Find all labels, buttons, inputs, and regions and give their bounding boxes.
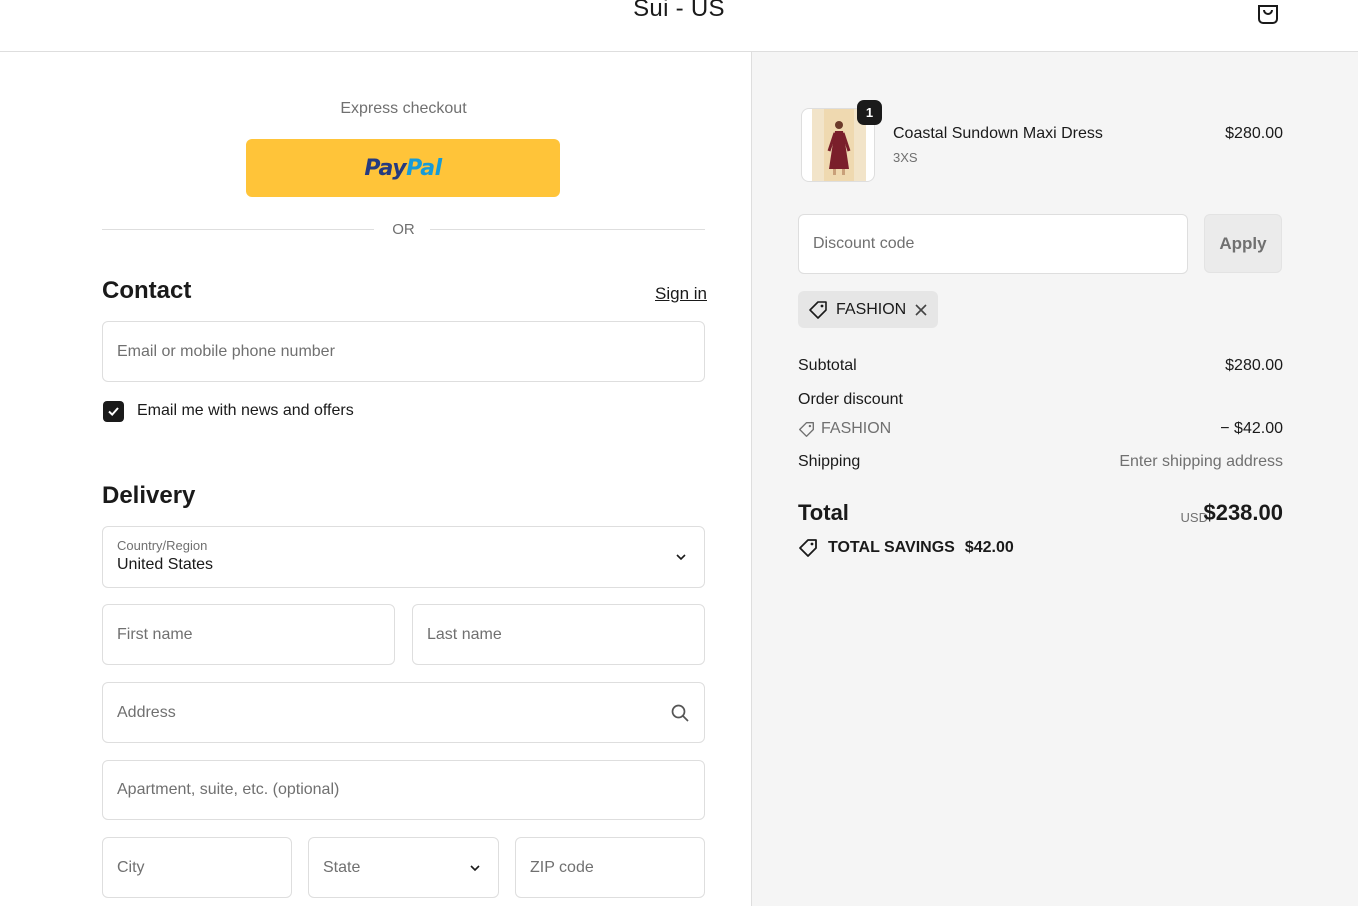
city-placeholder: City (117, 858, 145, 876)
paypal-logo-pal: Pal (406, 155, 442, 181)
total-label: Total (798, 500, 849, 525)
product-variant: 3XS (893, 150, 918, 165)
total-savings-value: $42.00 (964, 539, 1014, 556)
remove-discount-button[interactable] (914, 303, 928, 317)
order-discount-label: Order discount (798, 391, 903, 408)
shopping-bag-icon[interactable] (1255, 0, 1281, 24)
applied-discount-tag: FASHION (798, 291, 939, 328)
shop-name[interactable]: Sui - US (0, 0, 1358, 24)
total-value: $238.00 (1203, 500, 1283, 525)
discount-code-field[interactable]: Discount code (798, 214, 1188, 274)
subtotal-row: Subtotal $280.00 (798, 357, 1283, 375)
tag-icon (799, 421, 814, 437)
tag-icon (799, 539, 817, 557)
chevron-down-icon (676, 554, 686, 561)
subtotal-value: $280.00 (1225, 357, 1283, 374)
first-name-field[interactable]: First name (102, 604, 395, 665)
address-placeholder: Address (117, 703, 176, 721)
first-name-placeholder: First name (117, 625, 193, 643)
newsletter-label[interactable]: Email me with news and offers (137, 402, 354, 420)
newsletter-checkbox[interactable] (103, 401, 124, 422)
or-text: OR (392, 221, 415, 238)
last-name-placeholder: Last name (427, 625, 502, 643)
subtotal-label: Subtotal (798, 357, 857, 374)
total-savings: TOTAL SAVINGS $42.00 (798, 538, 1014, 558)
email-field[interactable]: Email or mobile phone number (102, 321, 705, 382)
apartment-placeholder: Apartment, suite, etc. (optional) (117, 781, 340, 798)
email-placeholder: Email or mobile phone number (117, 342, 335, 360)
address-field[interactable]: Address (102, 682, 705, 743)
product-price: $280.00 (1225, 125, 1283, 142)
applied-discount-code: FASHION (836, 300, 907, 318)
discount-code-placeholder: Discount code (813, 235, 915, 252)
last-name-field[interactable]: Last name (412, 604, 705, 665)
express-checkout-title: Express checkout (340, 100, 467, 117)
city-field[interactable]: City (102, 837, 292, 898)
paypal-logo-pay: Pay (364, 155, 407, 181)
country-label: Country/Region (117, 538, 208, 553)
discount-code-row: FASHION − $42.00 (798, 420, 1283, 443)
contact-heading: Contact (102, 277, 192, 304)
checkout-form-panel: Express checkout Pay Pal OR Contact Sign … (0, 52, 751, 906)
order-summary-panel: 1 Coastal Sundown Maxi Dress 3XS $280.00… (752, 52, 1358, 906)
country-select[interactable]: Country/Region United States (102, 526, 705, 588)
product-name: Coastal Sundown Maxi Dress (893, 125, 1103, 142)
apartment-field[interactable]: Apartment, suite, etc. (optional) (102, 760, 705, 820)
checkout-header: Sui - US (0, 0, 1358, 52)
country-value: United States (117, 556, 214, 573)
shipping-value: Enter shipping address (1119, 453, 1283, 470)
apply-discount-button[interactable]: Apply (1204, 214, 1282, 273)
search-icon (671, 704, 689, 722)
delivery-heading: Delivery (102, 482, 196, 509)
shipping-label: Shipping (798, 453, 861, 470)
state-select[interactable]: State (308, 837, 499, 898)
discount-code-summary: FASHION (798, 420, 891, 438)
tag-icon (809, 300, 827, 319)
zip-placeholder: ZIP code (530, 858, 594, 876)
or-divider: OR (102, 220, 705, 240)
checkmark-icon (108, 407, 119, 417)
discount-value: − $42.00 (1220, 420, 1283, 437)
discount-code-text: FASHION (821, 420, 892, 437)
quantity-badge: 1 (857, 100, 882, 125)
state-placeholder: State (323, 858, 361, 876)
close-icon (915, 303, 927, 316)
shipping-row: Shipping Enter shipping address (798, 453, 1283, 471)
sign-in-link[interactable]: Sign in (655, 284, 707, 304)
zip-field[interactable]: ZIP code (515, 837, 705, 898)
chevron-down-icon (470, 864, 480, 871)
total-savings-label: TOTAL SAVINGS (828, 539, 955, 556)
order-discount-row: Order discount (798, 391, 1283, 409)
paypal-button[interactable]: Pay Pal (246, 139, 560, 197)
